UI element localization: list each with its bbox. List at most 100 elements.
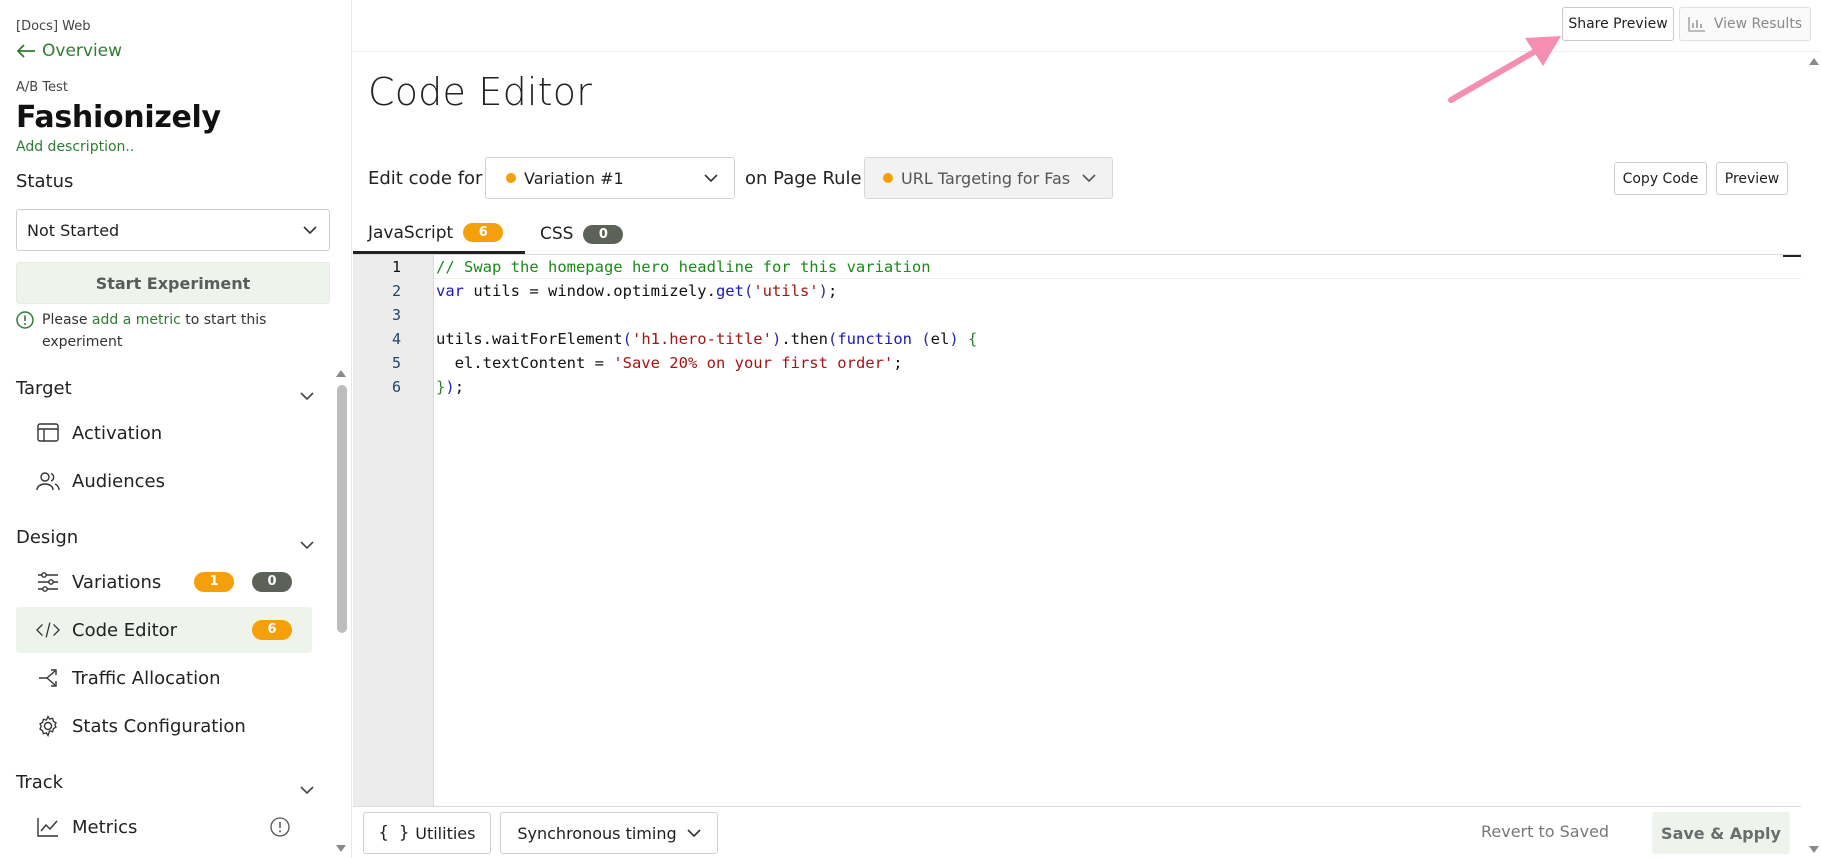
utilities-label: Utilities xyxy=(415,823,476,843)
utilities-button[interactable]: { } Utilities xyxy=(363,812,491,854)
preview-button[interactable]: Preview xyxy=(1716,162,1788,195)
sidebar-scrollbar-thumb[interactable] xyxy=(337,385,347,633)
code-line[interactable]: // Swap the homepage hero headline for t… xyxy=(436,255,931,279)
tab-label: CSS xyxy=(540,224,574,244)
chevron-down-icon xyxy=(704,173,718,182)
main-content: Share Preview View Results Code Editor E… xyxy=(353,0,1821,858)
add-metric-link[interactable]: add a metric xyxy=(92,312,181,328)
section-title-track: Track xyxy=(16,772,64,793)
section-title-design: Design xyxy=(16,527,79,548)
chevron-down-icon[interactable] xyxy=(300,392,314,401)
tab-label: JavaScript xyxy=(368,222,454,243)
line-number-gutter: 1 2 3 4 5 6 xyxy=(353,255,434,806)
tab-count-badge: 0 xyxy=(583,224,624,244)
code-text-area[interactable]: // Swap the homepage hero headline for t… xyxy=(434,255,1801,806)
tab-css[interactable]: CSS 0 xyxy=(525,214,635,254)
save-and-apply-button[interactable]: Save & Apply xyxy=(1652,812,1790,854)
gear-icon xyxy=(36,714,60,738)
experiment-type: A/B Test xyxy=(16,80,68,95)
status-value: Not Started xyxy=(27,220,120,240)
line-number: 2 xyxy=(391,282,401,300)
tab-count-badge: 6 xyxy=(463,223,504,242)
on-page-rule-label: on Page Rule xyxy=(745,168,862,189)
braces-icon: { } xyxy=(378,823,410,843)
line-number: 6 xyxy=(391,378,401,396)
start-experiment-button[interactable]: Start Experiment xyxy=(16,262,330,304)
metric-hint: Please add a metric to start this experi… xyxy=(16,309,316,353)
sidebar-item-variations[interactable]: Variations 1 0 xyxy=(16,559,312,605)
scroll-down-arrow[interactable] xyxy=(1808,845,1820,855)
code-line[interactable]: }); xyxy=(436,375,464,399)
scroll-up-arrow[interactable] xyxy=(1808,56,1820,66)
sliders-icon xyxy=(36,570,60,594)
code-line[interactable]: utils.waitForElement('h1.hero-title').th… xyxy=(436,327,977,351)
add-description-link[interactable]: Add description.. xyxy=(16,139,134,155)
arrow-left-icon xyxy=(16,44,35,58)
chevron-down-icon[interactable] xyxy=(300,786,314,795)
timing-select[interactable]: Synchronous timing xyxy=(500,812,718,854)
variation-count-badge-dark: 0 xyxy=(252,572,292,592)
line-number: 5 xyxy=(391,354,401,372)
sidebar-item-stats-configuration[interactable]: Stats Configuration xyxy=(16,703,312,749)
code-count-badge: 6 xyxy=(252,620,292,640)
sidebar-item-label: Variations xyxy=(72,571,162,593)
code-editor[interactable]: 1 2 3 4 5 6 // Swap the homepage hero he… xyxy=(353,254,1801,807)
line-number: 4 xyxy=(391,330,401,348)
page-rule-select[interactable]: URL Targeting for Fas xyxy=(864,157,1113,199)
pointer-arrow-annotation xyxy=(1448,36,1561,103)
copy-code-button[interactable]: Copy Code xyxy=(1614,162,1707,195)
chevron-down-icon xyxy=(303,225,317,234)
chevron-down-icon xyxy=(1082,173,1096,182)
users-icon xyxy=(36,469,60,493)
sidebar-item-metrics[interactable]: Metrics xyxy=(16,804,312,850)
sidebar-item-code-editor[interactable]: Code Editor 6 xyxy=(16,607,312,653)
view-results-button[interactable]: View Results xyxy=(1679,7,1811,41)
share-preview-button[interactable]: Share Preview xyxy=(1562,7,1674,41)
code-line[interactable]: var utils = window.optimizely.get('utils… xyxy=(436,279,837,303)
sidebar-item-label: Stats Configuration xyxy=(72,715,246,737)
status-label: Status xyxy=(16,171,74,192)
sidebar-item-label: Traffic Allocation xyxy=(72,667,221,689)
scroll-up-arrow[interactable] xyxy=(335,368,347,378)
variation-select[interactable]: Variation #1 xyxy=(485,157,735,199)
scroll-down-arrow[interactable] xyxy=(335,844,347,854)
sidebar: [Docs] Web Overview A/B Test Fashionizel… xyxy=(0,0,352,858)
chart-line-icon xyxy=(36,815,60,839)
sidebar-item-label: Code Editor xyxy=(72,619,178,641)
variation-count-badge: 1 xyxy=(194,572,234,592)
hint-text-before: Please xyxy=(42,312,92,328)
chevron-down-icon xyxy=(687,828,701,837)
layout-icon xyxy=(36,421,60,445)
page-rule-status-dot xyxy=(883,173,893,183)
edit-code-for-label: Edit code for xyxy=(368,168,483,189)
status-select[interactable]: Not Started xyxy=(16,209,330,251)
project-name: [Docs] Web xyxy=(16,19,91,34)
code-line[interactable]: el.textContent = 'Save 20% on your first… xyxy=(436,351,903,375)
experiment-name[interactable]: Fashionizely xyxy=(16,100,221,135)
sidebar-item-audiences[interactable]: Audiences xyxy=(16,458,312,504)
sidebar-item-label: Activation xyxy=(72,422,163,444)
alert-circle-icon xyxy=(270,817,290,837)
chevron-down-icon[interactable] xyxy=(300,541,314,550)
bottom-bar: { } Utilities Synchronous timing Revert … xyxy=(353,808,1821,858)
line-number: 3 xyxy=(391,306,401,324)
page-title: Code Editor xyxy=(368,70,593,114)
line-number: 1 xyxy=(391,258,401,276)
view-results-label: View Results xyxy=(1713,16,1803,32)
page-rule-value: URL Targeting for Fas xyxy=(901,168,1071,188)
alert-circle-icon xyxy=(16,311,34,329)
timing-value: Synchronous timing xyxy=(517,823,677,843)
sidebar-item-traffic-allocation[interactable]: Traffic Allocation xyxy=(16,655,312,701)
sidebar-item-label: Metrics xyxy=(72,816,138,838)
editor-edge xyxy=(1783,255,1801,257)
tab-javascript[interactable]: JavaScript 6 xyxy=(353,214,525,254)
variation-value: Variation #1 xyxy=(524,168,624,188)
overview-back-link[interactable]: Overview xyxy=(16,41,122,61)
revert-to-saved-button[interactable]: Revert to Saved xyxy=(1481,822,1609,841)
share-icon xyxy=(36,666,60,690)
overview-label: Overview xyxy=(42,41,123,61)
code-icon xyxy=(36,618,60,642)
sidebar-item-activation[interactable]: Activation xyxy=(16,410,312,456)
variation-status-dot xyxy=(506,173,516,183)
sidebar-item-label: Audiences xyxy=(72,470,165,492)
